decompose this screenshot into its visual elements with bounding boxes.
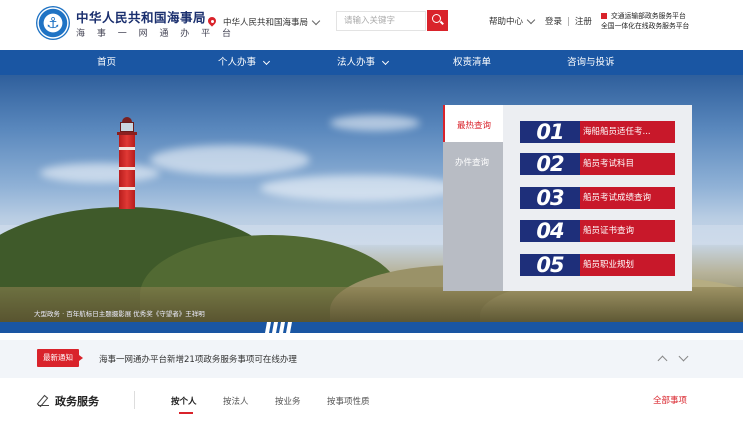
chevron-down-icon [526, 15, 536, 24]
hot-query-label: 船员考试科目 [580, 153, 675, 175]
chevron-down-icon [381, 57, 390, 65]
help-center-label: 帮助中心 [489, 17, 524, 27]
hot-query-label: 船员考试成绩查询 [580, 187, 675, 209]
gov-services-section: 政务服务 按个人 按法人 按业务 按事项性质 全部事项 [0, 378, 743, 433]
platform-line-2: 全国一体化在线政务服务平台 [601, 22, 690, 30]
chevron-down-icon [311, 16, 321, 25]
cloud-shape [40, 163, 160, 183]
search-icon [432, 14, 441, 23]
register-link[interactable]: 注册 [575, 17, 592, 27]
nav-item-label: 个人办事 [218, 57, 257, 68]
tab-by-person[interactable]: 按个人 [171, 395, 197, 414]
chevron-down-icon[interactable] [677, 351, 689, 365]
location-selector[interactable]: 中华人民共和国海事局 [208, 14, 321, 30]
banner-caption: 大型政务 · 百年航标日主题摄影展 优秀奖《守望者》王祥明 [34, 310, 205, 318]
nav-item-label: 法人办事 [337, 57, 376, 68]
chevron-down-icon [262, 57, 271, 65]
map-pin-icon [208, 17, 216, 27]
hot-query-number: 01 [520, 121, 580, 143]
hot-query-number: 03 [520, 187, 580, 209]
msa-logo-icon[interactable] [36, 6, 70, 40]
notice-tag: 最新通知 [37, 349, 83, 367]
hot-query-number: 04 [520, 220, 580, 242]
main-nav: 首页 个人办事 法人办事 权责清单 咨询与投诉 [0, 50, 743, 75]
lighthouse [114, 117, 140, 209]
hot-query-label: 船员证书查询 [580, 220, 675, 242]
notice-bar: 最新通知 海事一网通办平台新增21项政务服务事项可在线办理 [0, 340, 743, 378]
nav-item-personal[interactable]: 个人办事 [218, 50, 271, 75]
tab-by-business[interactable]: 按业务 [275, 395, 301, 407]
notice-arrows [656, 351, 689, 365]
all-items-link[interactable]: 全部事项 [653, 394, 687, 406]
auth-links: 登录 | 注册 [545, 15, 592, 27]
notice-text[interactable]: 海事一网通办平台新增21项政务服务事项可在线办理 [99, 353, 297, 365]
nav-item-power-list[interactable]: 权责清单 [453, 50, 491, 75]
cloud-shape [150, 145, 310, 175]
pen-icon [38, 395, 49, 406]
nav-item-label: 权责清单 [453, 57, 492, 68]
nav-item-legal[interactable]: 法人办事 [337, 50, 390, 75]
hot-query-item[interactable]: 01 海船船员适任考... [520, 121, 675, 143]
tab-by-nature[interactable]: 按事项性质 [327, 395, 370, 407]
search-button[interactable] [427, 10, 448, 31]
tab-hot-query[interactable]: 最热查询 [443, 105, 503, 142]
auth-divider: | [567, 17, 570, 27]
cloud-shape [260, 175, 460, 201]
tab-case-query[interactable]: 办件查询 [443, 142, 503, 291]
platform-links[interactable]: 交通运输部政务服务平台 全国一体化在线政务服务平台 [601, 11, 689, 31]
stripe-decoration [265, 322, 292, 333]
hot-query-item[interactable]: 03 船员考试成绩查询 [520, 187, 675, 209]
header: 中华人民共和国海事局 海 事 一 网 通 办 平 台 中华人民共和国海事局 帮助… [0, 0, 743, 50]
location-label: 中华人民共和国海事局 [223, 18, 309, 28]
hot-query-number: 05 [520, 254, 580, 276]
login-link[interactable]: 登录 [545, 17, 562, 27]
hot-query-number: 02 [520, 153, 580, 175]
help-center-link[interactable]: 帮助中心 [489, 15, 536, 27]
search-input[interactable] [336, 11, 426, 31]
nav-item-consult[interactable]: 咨询与投诉 [567, 50, 615, 75]
hot-query-label: 海船船员适任考... [580, 121, 675, 143]
nav-item-label: 咨询与投诉 [567, 57, 615, 68]
red-square-icon [601, 12, 607, 19]
cloud-shape [330, 115, 420, 131]
site-title[interactable]: 中华人民共和国海事局 [76, 7, 206, 26]
tab-by-legal-person[interactable]: 按法人 [223, 395, 249, 407]
chevron-up-icon[interactable] [656, 351, 668, 365]
hot-query-label: 船员职业规划 [580, 254, 675, 276]
nav-item-home[interactable]: 首页 [97, 50, 116, 75]
nav-item-label: 首页 [97, 57, 117, 68]
banner-band [0, 322, 743, 333]
platform-line-1: 交通运输部政务服务平台 [611, 12, 686, 20]
divider [134, 391, 135, 409]
hot-query-item[interactable]: 04 船员证书查询 [520, 220, 675, 242]
hot-query-item[interactable]: 02 船员考试科目 [520, 153, 675, 175]
hot-query-panel: 最热查询 办件查询 01 海船船员适任考... 02 船员考试科目 03 船员考… [443, 105, 692, 291]
hot-query-item[interactable]: 05 船员职业规划 [520, 254, 675, 276]
services-title: 政务服务 [55, 395, 99, 408]
